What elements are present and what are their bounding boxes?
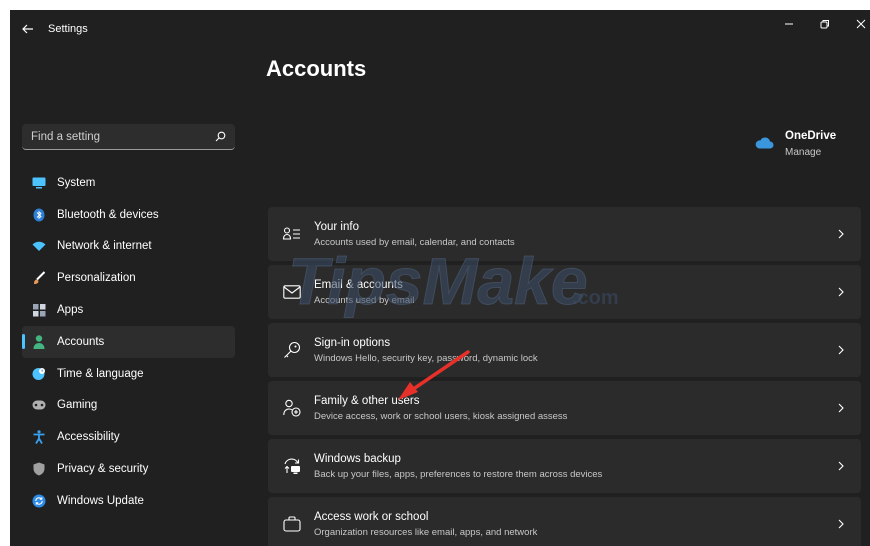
- settings-window: Settings Accounts OneDrive Manage System: [10, 10, 870, 546]
- sidebar-item-privacy-security[interactable]: Privacy & security: [22, 453, 235, 485]
- card-subtitle: Accounts used by email, calendar, and co…: [314, 237, 515, 248]
- search-input[interactable]: [31, 130, 213, 143]
- briefcase-icon: [282, 514, 302, 534]
- sidebar-item-gaming[interactable]: Gaming: [22, 390, 235, 422]
- apps-icon: [31, 302, 47, 318]
- app-title: Settings: [48, 23, 88, 35]
- update-icon: [31, 493, 47, 509]
- sidebar-item-label: Gaming: [57, 399, 98, 412]
- monitor-icon: [31, 175, 47, 191]
- card-subtitle: Windows Hello, security key, password, d…: [314, 353, 538, 364]
- onedrive-manage-link[interactable]: Manage: [785, 147, 821, 158]
- card-title: Email & accounts: [314, 279, 403, 291]
- card-your-info[interactable]: Your info Accounts used by email, calend…: [268, 207, 861, 261]
- close-button[interactable]: [844, 12, 870, 36]
- title-bar: Settings: [10, 10, 870, 48]
- card-access-work-school[interactable]: Access work or school Organization resou…: [268, 497, 861, 546]
- backup-icon: [282, 456, 302, 476]
- onedrive-name: OneDrive: [785, 130, 837, 142]
- chevron-right-icon: [835, 227, 847, 241]
- card-email-accounts[interactable]: Email & accounts Accounts used by email: [268, 265, 861, 319]
- chevron-right-icon: [835, 401, 847, 415]
- sidebar-item-system[interactable]: System: [22, 167, 235, 199]
- sidebar-item-windows-update[interactable]: Windows Update: [22, 485, 235, 517]
- card-subtitle: Accounts used by email: [314, 295, 415, 306]
- card-title: Access work or school: [314, 511, 429, 523]
- sidebar-item-time-language[interactable]: Time & language: [22, 358, 235, 390]
- card-subtitle: Back up your files, apps, preferences to…: [314, 469, 603, 480]
- cloud-icon: [754, 136, 774, 150]
- person-icon: [31, 334, 47, 350]
- search-box[interactable]: [22, 124, 235, 150]
- sidebar-item-apps[interactable]: Apps: [22, 294, 235, 326]
- search-icon[interactable]: [213, 130, 227, 144]
- sidebar-item-label: Windows Update: [57, 494, 144, 507]
- sidebar-item-network[interactable]: Network & internet: [22, 231, 235, 263]
- chevron-right-icon: [835, 285, 847, 299]
- card-windows-backup[interactable]: Windows backup Back up your files, apps,…: [268, 439, 861, 493]
- card-title: Windows backup: [314, 453, 401, 465]
- gamepad-icon: [31, 397, 47, 413]
- card-family-other-users[interactable]: Family & other users Device access, work…: [268, 381, 861, 435]
- sidebar-item-label: Accounts: [57, 335, 105, 348]
- card-title: Sign-in options: [314, 337, 391, 349]
- globe-clock-icon: [31, 366, 47, 382]
- sidebar-item-label: Accessibility: [57, 431, 120, 444]
- sidebar-item-label: Time & language: [57, 367, 144, 380]
- card-sign-in-options[interactable]: Sign-in options Windows Hello, security …: [268, 323, 861, 377]
- card-subtitle: Organization resources like email, apps,…: [314, 527, 538, 538]
- user-info-icon: [282, 224, 302, 244]
- sidebar-item-accessibility[interactable]: Accessibility: [22, 421, 235, 453]
- onedrive-widget[interactable]: OneDrive Manage: [754, 130, 864, 162]
- sidebar-item-label: Apps: [57, 304, 84, 317]
- sidebar-item-label: Personalization: [57, 272, 136, 285]
- wifi-icon: [31, 238, 47, 254]
- brush-icon: [31, 270, 47, 286]
- back-arrow-icon[interactable]: [18, 20, 38, 38]
- sidebar-item-label: System: [57, 176, 96, 189]
- card-subtitle: Device access, work or school users, kio…: [314, 411, 568, 422]
- bluetooth-icon: [31, 207, 47, 223]
- restore-button[interactable]: [808, 12, 842, 36]
- chevron-right-icon: [835, 459, 847, 473]
- sidebar-item-label: Privacy & security: [57, 463, 149, 476]
- key-icon: [282, 340, 302, 360]
- sidebar-item-label: Bluetooth & devices: [57, 208, 159, 221]
- card-title: Family & other users: [314, 395, 420, 407]
- chevron-right-icon: [835, 343, 847, 357]
- family-icon: [282, 398, 302, 418]
- card-title: Your info: [314, 221, 359, 233]
- sidebar-item-accounts[interactable]: Accounts: [22, 325, 235, 358]
- sidebar-item-label: Network & internet: [57, 240, 152, 253]
- sidebar-item-personalization[interactable]: Personalization: [22, 262, 235, 294]
- settings-card-list: Your info Accounts used by email, calend…: [268, 207, 861, 546]
- page-title: Accounts: [266, 56, 367, 81]
- accessibility-icon: [31, 429, 47, 445]
- sidebar: System Bluetooth & devices Network & int…: [22, 167, 235, 517]
- minimize-button[interactable]: [772, 12, 806, 36]
- chevron-right-icon: [835, 517, 847, 531]
- mail-icon: [282, 282, 302, 302]
- shield-icon: [31, 461, 47, 477]
- sidebar-item-bluetooth[interactable]: Bluetooth & devices: [22, 199, 235, 231]
